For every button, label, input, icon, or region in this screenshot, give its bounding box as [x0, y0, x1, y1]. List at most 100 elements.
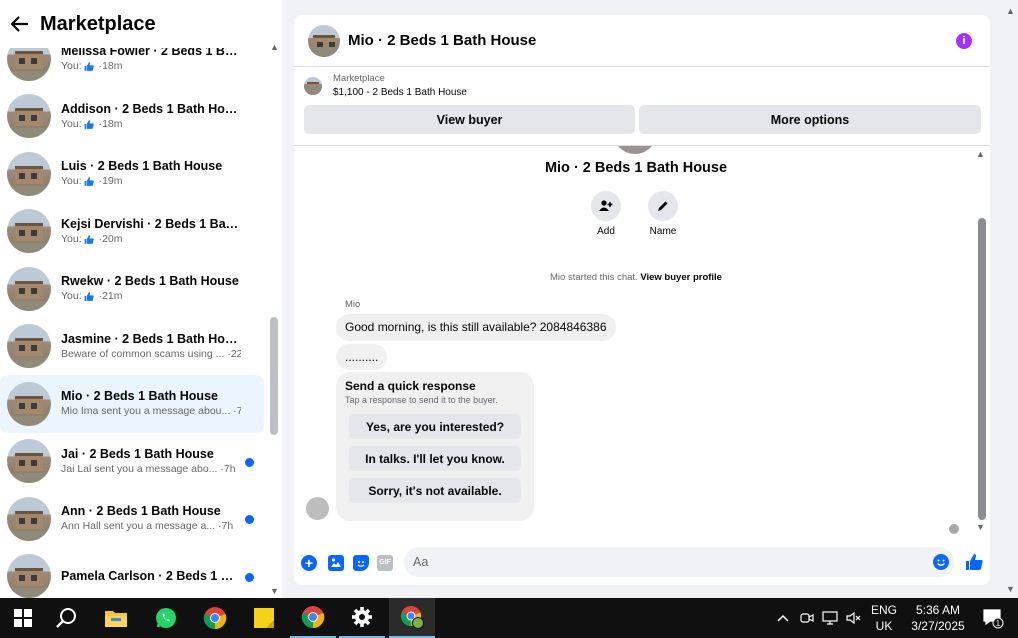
- quick-response-button[interactable]: Yes, are you interested?: [349, 414, 521, 439]
- conversation-item[interactable]: Jai · 2 Beds 1 Bath House Jai Lal sent yo…: [0, 433, 264, 491]
- conversation-preview: You: · 20m: [61, 232, 241, 247]
- sticker-icon[interactable]: [353, 555, 369, 571]
- name-label: Name: [649, 226, 677, 237]
- photo-icon[interactable]: [328, 555, 344, 571]
- settings-gear-icon[interactable]: [339, 598, 385, 638]
- volume-muted-icon[interactable]: [843, 598, 865, 638]
- scroll-up-arrow-icon[interactable]: ▲: [270, 42, 279, 52]
- file-explorer-icon[interactable]: [93, 598, 139, 638]
- conversation-name: Ann · 2 Beds 1 Bath House: [61, 504, 221, 519]
- unread-dot: [245, 515, 254, 524]
- language-indicator[interactable]: ENG UK: [870, 598, 898, 638]
- avatar: [7, 94, 51, 139]
- timestamp: 7h: [221, 520, 234, 533]
- page-scroll-down-arrow-icon[interactable]: ▼: [1006, 584, 1015, 594]
- conversation-item[interactable]: Addison · 2 Beds 1 Bath House You: · 18m: [0, 88, 264, 146]
- avatar: [7, 324, 51, 369]
- conversation-preview: You: · 21m: [61, 289, 241, 304]
- sticky-notes-icon[interactable]: [241, 598, 287, 638]
- conversation-item[interactable]: Jasmine · 2 Beds 1 Bath House Beware of c…: [0, 318, 264, 376]
- pencil-icon: [648, 191, 678, 221]
- preview-prefix: You:: [61, 175, 82, 188]
- meet-now-icon[interactable]: [796, 598, 818, 638]
- chat-panel: Mio · 2 Beds 1 Bath House i Marketplace …: [294, 15, 990, 585]
- thumbs-up-icon: [83, 176, 95, 187]
- conversation-name: Pamela Carlson · 2 Beds 1 Bat...: [61, 569, 241, 584]
- chat-title[interactable]: Mio · 2 Beds 1 Bath House: [348, 32, 536, 49]
- conversation-list: Melissa Fowler · 2 Beds 1 Bath ... You: ·…: [0, 30, 268, 598]
- conversation-item[interactable]: Kejsi Dervishi · 2 Beds 1 Bath H... You: …: [0, 203, 264, 261]
- listing-thumbnail: [304, 77, 322, 95]
- conversation-preview: You: · 19m: [61, 174, 241, 189]
- info-icon[interactable]: i: [956, 33, 972, 49]
- conversation-item[interactable]: Rwekw · 2 Beds 1 Bath House You: · 21m: [0, 260, 264, 318]
- add-action[interactable]: Add: [581, 191, 631, 237]
- message-input[interactable]: [404, 547, 954, 577]
- preview-prefix: You:: [61, 232, 82, 245]
- preview-text: Jai Lal sent you a message abo...: [61, 462, 218, 475]
- chrome-profile-icon[interactable]: [389, 598, 435, 638]
- conversation-name: Mio · 2 Beds 1 Bath House: [61, 389, 218, 404]
- name-action[interactable]: Name: [638, 191, 688, 237]
- clock[interactable]: 5:36 AM 3/27/2025: [903, 598, 973, 638]
- emoji-icon[interactable]: [933, 554, 949, 570]
- search-icon[interactable]: [43, 598, 89, 638]
- scrollbar-thumb[interactable]: [978, 218, 986, 520]
- taskbar: ENG UK 5:36 AM 3/27/2025 1: [0, 598, 1018, 638]
- chrome-icon[interactable]: [192, 598, 238, 638]
- conversation-name: Jasmine · 2 Beds 1 Bath House: [61, 331, 241, 346]
- chrome-icon[interactable]: [290, 598, 336, 638]
- clock-date: 3/27/2025: [911, 619, 965, 633]
- windows-start-icon[interactable]: [0, 598, 46, 638]
- whatsapp-icon[interactable]: [143, 598, 189, 638]
- buyer-avatar: [613, 146, 657, 154]
- like-icon[interactable]: [964, 552, 984, 572]
- conversation-item[interactable]: Ann · 2 Beds 1 Bath House Ann Hall sent y…: [0, 490, 264, 548]
- timestamp: 19m: [102, 175, 123, 188]
- preview-text: Mio Ima sent you a message abou...: [61, 405, 231, 418]
- conversation-name: Kejsi Dervishi · 2 Beds 1 Bath H...: [61, 216, 241, 231]
- preview-prefix: You:: [61, 290, 82, 303]
- preview-prefix: You:: [61, 117, 82, 130]
- timestamp: 18m: [102, 117, 123, 130]
- view-buyer-profile-link[interactable]: View buyer profile: [640, 272, 722, 283]
- clock-time: 5:36 AM: [915, 603, 961, 617]
- notification-center-icon[interactable]: 1: [978, 598, 1008, 638]
- conversation-item[interactable]: Mio · 2 Beds 1 Bath House Mio Ima sent yo…: [0, 375, 264, 433]
- chevron-up-icon[interactable]: [772, 598, 794, 638]
- avatar: [7, 439, 51, 484]
- view-buyer-button[interactable]: View buyer: [304, 105, 635, 134]
- avatar: [7, 209, 51, 254]
- timestamp: 22m: [230, 347, 241, 360]
- sidebar-scrollbar[interactable]: ▲ ▼: [268, 42, 282, 598]
- listing-summary[interactable]: Marketplace $1,100 - 2 Beds 1 Bath House: [294, 67, 990, 105]
- action-buttons: View buyer More options: [294, 105, 990, 134]
- network-icon[interactable]: [819, 598, 841, 638]
- message-bubble[interactable]: Good morning, is this still available? 2…: [336, 314, 616, 341]
- chat-avatar[interactable]: [308, 24, 340, 57]
- quick-response-box: Send a quick response Tap a response to …: [336, 372, 534, 521]
- chat-header: Mio · 2 Beds 1 Bath House i: [294, 15, 990, 67]
- conversation-item[interactable]: Pamela Carlson · 2 Beds 1 Bat...: [0, 548, 264, 598]
- scrollbar-thumb[interactable]: [270, 317, 278, 435]
- timestamp: 20m: [102, 232, 123, 245]
- plus-icon[interactable]: +: [301, 555, 317, 571]
- conversation-preview: Ann Hall sent you a message a... · 7h: [61, 519, 241, 534]
- avatar: [7, 151, 51, 196]
- sidebar: Melissa Fowler · 2 Beds 1 Bath ... You: ·…: [0, 0, 282, 598]
- more-options-button[interactable]: More options: [639, 105, 981, 134]
- notification-count: 1: [996, 619, 1001, 628]
- page-scroll-up-arrow-icon[interactable]: ▲: [1006, 6, 1015, 16]
- scroll-up-arrow-icon[interactable]: ▲: [976, 149, 985, 159]
- conversation-item[interactable]: Luis · 2 Beds 1 Bath House You: · 19m: [0, 145, 264, 203]
- scroll-down-arrow-icon[interactable]: ▼: [270, 586, 279, 596]
- scroll-down-arrow-icon[interactable]: ▼: [976, 522, 985, 532]
- conversation-name: Luis · 2 Beds 1 Bath House: [61, 159, 223, 174]
- message-bubble[interactable]: ..........: [336, 344, 388, 370]
- gif-icon[interactable]: GIF: [377, 555, 393, 571]
- thread-title: Mio · 2 Beds 1 Bath House: [544, 160, 728, 176]
- quick-response-button[interactable]: Sorry, it's not available.: [349, 478, 521, 503]
- preview-text: Ann Hall sent you a message a...: [61, 520, 216, 533]
- back-arrow-icon[interactable]: [10, 14, 30, 34]
- quick-response-button[interactable]: In talks. I'll let you know.: [349, 446, 521, 471]
